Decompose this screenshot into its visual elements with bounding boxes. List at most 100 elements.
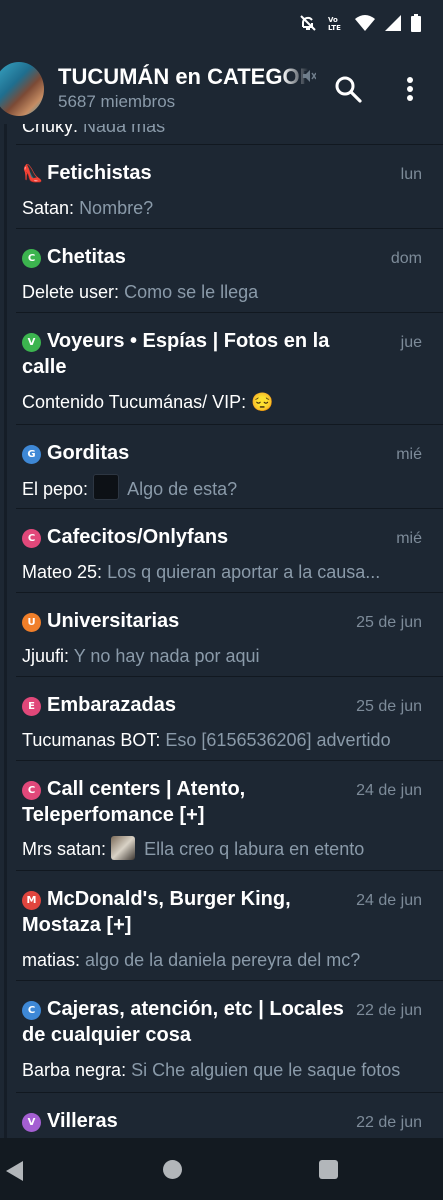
message-sender: Jjuufi:: [22, 646, 70, 666]
message-preview: Nada mas: [83, 124, 166, 136]
list-item[interactable]: C Cajeras, atención, etc | Locales de cua…: [0, 980, 443, 1092]
more-options-button[interactable]: [396, 74, 424, 104]
list-item[interactable]: E Embarazadas 25 de jun Tucumanas BOT: Es…: [0, 676, 443, 760]
chat-preview: Barba negra: Si Che alguien que le saque…: [22, 1058, 412, 1082]
message-preview: Ella creo q labura en etento: [144, 839, 365, 859]
volte-icon: Vo LTE: [327, 14, 345, 32]
category-badge-icon: G: [22, 445, 41, 464]
chat-preview: Delete user: Como se le llega: [22, 280, 412, 304]
chat-date: mié: [396, 446, 422, 463]
chat-title-text: Universitarias: [47, 610, 180, 632]
chat-title-text: McDonald's, Burger King, Mostaza [+]: [22, 888, 291, 936]
svg-text:Vo: Vo: [328, 16, 338, 24]
list-item[interactable]: M McDonald's, Burger King, Mostaza [+] 24…: [0, 870, 443, 980]
message-sender: Barba negra:: [22, 1060, 127, 1080]
message-preview: Si Che alguien que le saque fotos: [131, 1060, 401, 1080]
chat-title-text: Call centers | Atento, Teleperfomance [+…: [22, 778, 246, 826]
chat-preview: El pepo: Algo de esta?: [22, 474, 412, 501]
category-badge-icon: C: [22, 1001, 41, 1020]
category-badge-icon: U: [22, 613, 41, 632]
list-item[interactable]: C Cafecitos/Onlyfans mié Mateo 25: Los q …: [0, 508, 443, 592]
chat-date: 22 de jun: [356, 1002, 422, 1019]
chat-title: E Embarazadas: [22, 692, 367, 718]
category-badge-icon: C: [22, 781, 41, 800]
chat-title-text: Cafecitos/Onlyfans: [47, 526, 229, 548]
category-badge-icon: C: [22, 529, 41, 548]
chat-date: 25 de jun: [356, 614, 422, 631]
recents-icon[interactable]: [319, 1160, 338, 1179]
category-badge-icon: C: [22, 249, 41, 268]
message-sender: Mrs satan:: [22, 839, 107, 859]
message-preview: Nombre?: [79, 198, 154, 218]
chat-title-text: Fetichistas: [47, 162, 152, 184]
chat-date: mié: [396, 530, 422, 547]
chat-title: C Cajeras, atención, etc | Locales de cua…: [22, 996, 367, 1048]
message-sender: Delete user:: [22, 282, 120, 302]
list-item[interactable]: 👠 Fetichistas lun Satan: Nombre?: [0, 144, 443, 228]
list-item[interactable]: C Chetitas dom Delete user: Como se le ll…: [0, 228, 443, 312]
chat-title-text: Cajeras, atención, etc | Locales de cual…: [22, 998, 344, 1046]
chat-title-text: Chetitas: [47, 246, 126, 268]
message-preview: Como se le llega: [124, 282, 259, 302]
chat-title-text: Voyeurs • Espías | Fotos en la calle: [22, 330, 330, 378]
chat-header: TUCUMÁN en CATEGORÍAS 5687 miembros: [0, 50, 443, 124]
message-sender: El pepo:: [22, 479, 89, 499]
mute-icon: [302, 69, 317, 88]
chat-date: jue: [400, 334, 422, 351]
chat-title: V Villeras: [22, 1108, 367, 1134]
more-vertical-icon: [407, 77, 413, 101]
chat-date: 22 de jun: [356, 1114, 422, 1131]
chat-preview: Tucumanas BOT: Eso [6156536206] advertid…: [22, 728, 412, 752]
chat-date: 24 de jun: [356, 892, 422, 909]
chat-title: V Voyeurs • Espías | Fotos en la calle: [22, 328, 367, 380]
chat-title-text: Villeras: [47, 1110, 118, 1132]
message-preview: Y no hay nada por aqui: [73, 646, 260, 666]
wifi-icon: [355, 15, 375, 31]
chat-date: 24 de jun: [356, 782, 422, 799]
media-thumbnail: [93, 474, 120, 500]
chat-title: C Chetitas: [22, 244, 367, 270]
list-item[interactable]: V Voyeurs • Espías | Fotos en la calle ju…: [0, 312, 443, 424]
message-sender: Tucumanas BOT:: [22, 730, 161, 750]
battery-icon: [411, 14, 421, 32]
chat-title: M McDonald's, Burger King, Mostaza [+]: [22, 886, 367, 938]
partial-list-item[interactable]: Chuky: Nada mas: [22, 124, 165, 137]
chat-date: dom: [390, 250, 422, 267]
message-sender: Satan:: [22, 198, 75, 218]
search-button[interactable]: [333, 74, 363, 104]
back-icon[interactable]: [6, 1161, 24, 1186]
media-thumbnail: [111, 836, 136, 860]
alarm-off-icon: [299, 14, 317, 32]
message-preview: Eso [6156536206] advertido: [165, 730, 391, 750]
chat-preview: Jjuufi: Y no hay nada por aqui: [22, 644, 412, 668]
chat-title: G Gorditas: [22, 440, 367, 466]
message-preview: Algo de esta?: [127, 479, 238, 499]
chat-preview: Contenido Tucumánas/ VIP: 😔: [22, 390, 412, 414]
system-navigation-bar: [0, 1138, 443, 1200]
svg-text:LTE: LTE: [328, 24, 341, 32]
list-item[interactable]: C Call centers | Atento, Teleperfomance […: [0, 760, 443, 870]
page-title[interactable]: TUCUMÁN en CATEGORÍAS: [58, 64, 308, 90]
chat-title: C Cafecitos/Onlyfans: [22, 524, 367, 550]
message-preview: Los q quieran aportar a la causa...: [107, 562, 381, 582]
chat-list[interactable]: Chuky: Nada mas 👠 Fetichistas lun Satan: …: [0, 124, 443, 1138]
category-badge-icon: M: [22, 891, 41, 910]
chat-title-text: Embarazadas: [47, 694, 176, 716]
message-sender: Chuky:: [22, 124, 79, 136]
member-count: 5687 miembros: [58, 92, 176, 111]
heel-emoji-icon: 👠: [22, 164, 44, 183]
chat-title-text: Gorditas: [47, 442, 130, 464]
chat-preview: matias: algo de la daniela pereyra del m…: [22, 948, 412, 972]
list-item[interactable]: V Villeras 22 de jun: [0, 1092, 443, 1138]
chat-preview: Satan: Nombre?: [22, 196, 412, 220]
message-sender: Contenido Tucumánas/ VIP:: [22, 392, 247, 412]
category-badge-icon: E: [22, 697, 41, 716]
message-sender: matias:: [22, 950, 81, 970]
list-item[interactable]: U Universitarias 25 de jun Jjuufi: Y no h…: [0, 592, 443, 676]
avatar[interactable]: [0, 62, 44, 116]
home-icon[interactable]: [163, 1160, 182, 1179]
list-item[interactable]: G Gorditas mié El pepo: Algo de esta?: [0, 424, 443, 508]
chat-date: lun: [400, 166, 422, 183]
chat-title: U Universitarias: [22, 608, 367, 634]
chat-title: C Call centers | Atento, Teleperfomance […: [22, 776, 367, 828]
